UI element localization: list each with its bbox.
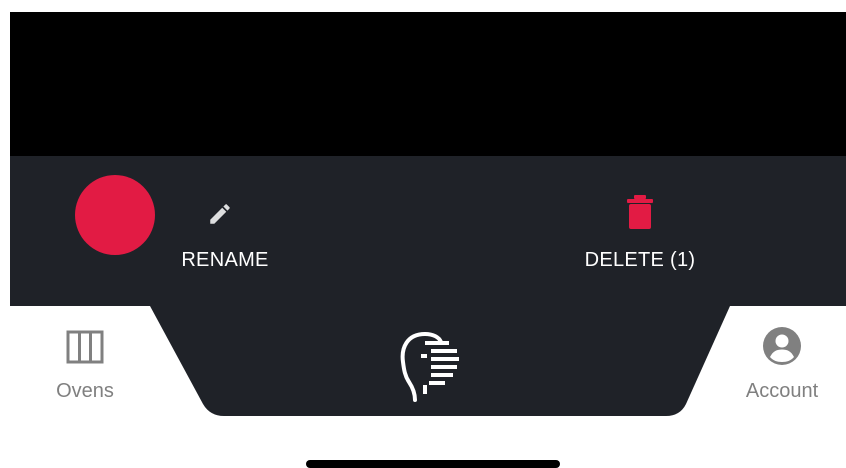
bottom-tab-bar: Ovens Account (10, 306, 846, 416)
delete-button[interactable]: DELETE (1) (530, 156, 750, 306)
account-icon (762, 326, 802, 371)
screen-content-area (10, 12, 846, 156)
rename-label: RENAME (181, 249, 269, 271)
selection-action-bar: RENAME DELETE (1) (10, 156, 846, 306)
home-indicator (306, 460, 560, 468)
ovens-grid-icon (66, 330, 104, 369)
tab-account-label: Account (745, 380, 819, 402)
tab-ovens[interactable]: Ovens (30, 306, 140, 416)
pencil-icon (207, 201, 233, 232)
tab-ovens-label: Ovens (56, 380, 114, 402)
trash-icon (625, 193, 655, 236)
app-logo-face-icon (395, 332, 465, 407)
delete-label: DELETE (1) (584, 249, 696, 271)
home-logo-button[interactable] (395, 328, 465, 403)
tab-account[interactable]: Account (718, 306, 846, 416)
rename-button[interactable]: RENAME (120, 156, 330, 306)
